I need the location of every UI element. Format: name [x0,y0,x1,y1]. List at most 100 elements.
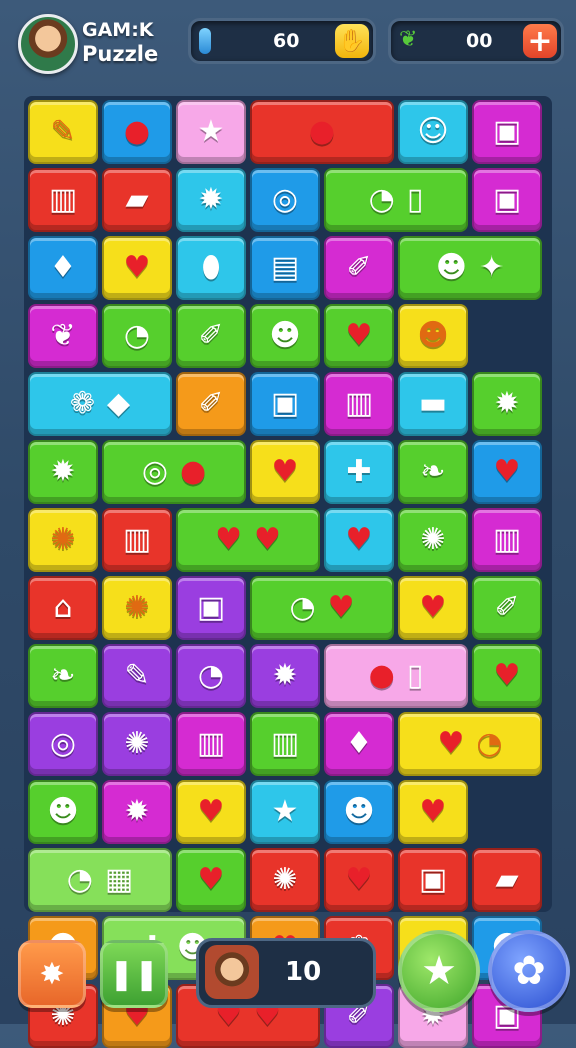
board-tile[interactable]: ▥ [324,372,394,436]
pause-button[interactable]: ❚❚ [100,940,168,1008]
add-button[interactable]: + [523,24,557,59]
board-tile[interactable]: ♥ ♥ [176,508,320,572]
board-tile[interactable]: ◎ ● [102,440,246,504]
board-tile[interactable]: ● [250,100,394,164]
board-tile[interactable]: ✺ [102,576,172,640]
energy-bar-icon [199,28,211,54]
board-tile[interactable]: ✹ [102,780,172,844]
board-tile[interactable]: ✚ [324,440,394,504]
monster-icon: ✹ [50,454,76,489]
board-tile[interactable]: ☻ [250,304,320,368]
board-tile[interactable]: ♥ [324,848,394,912]
board-tile[interactable]: ♥ [250,440,320,504]
leaf-icon: ❦ [399,27,418,52]
board-tile[interactable]: ♦ [28,236,98,300]
board-tile[interactable]: ▰ [102,168,172,232]
board-tile[interactable]: ❧ [398,440,468,504]
board-tile[interactable]: ◎ [28,712,98,776]
drop-icon: ♦ [49,250,77,285]
board-tile[interactable]: ♥ [176,780,246,844]
board-tile[interactable]: ▣ [250,372,320,436]
board-tile[interactable]: ✎ [102,644,172,708]
board-tile[interactable]: ☻ [324,780,394,844]
basket-icon: ▥ [122,522,152,557]
player-avatar[interactable] [18,14,78,74]
heart-icon: ♥ [254,522,281,557]
board-tile[interactable]: ✺ [28,508,98,572]
board-tile[interactable]: ● [102,100,172,164]
board-tile[interactable]: ★ [176,100,246,164]
game-title: GAM:K Puzzle [82,18,158,66]
board-tile[interactable]: ▥ [472,508,542,572]
board-tile[interactable]: ♥ ◔ [398,712,542,776]
board-tile[interactable]: ◔ [176,644,246,708]
bottle-icon: ▰ [125,182,149,217]
board-tile[interactable]: ❦ [28,304,98,368]
pen-icon: ✐ [494,590,520,625]
board-tile[interactable]: ☺ [398,100,468,164]
board-tile[interactable]: ▰ [472,848,542,912]
pen-icon: ✐ [198,318,224,353]
board-tile[interactable]: ✎ [28,100,98,164]
board-tile[interactable]: ♦ [324,712,394,776]
board-tile[interactable]: ▤ [250,236,320,300]
board-tile[interactable]: ✺ [398,508,468,572]
board-tile[interactable]: ◔ ♥ [250,576,394,640]
heart-icon: ♥ [215,522,242,557]
board-tile[interactable]: ✺ [250,848,320,912]
star-icon: ★ [197,114,225,149]
game-board: ✎ ● ★ ● ☺ ▣ ▥ ▰ ✹ ◎ ◔ ▯ ▣ ♦ ♥ ⬮ ▤ ✐ ☻ ✦ ❦ ◔ ✐ ☻ ♥ ☻ ❁ ◆ ✐ ▣ ▥ ▬ ✹ ✹ ◎ ● ♥ ✚ ❧ ♥… [24,96,552,1048]
board-tile[interactable]: ◔ [102,304,172,368]
board-tile[interactable]: ✹ [472,372,542,436]
board-tile[interactable]: ✐ [324,236,394,300]
board-tile[interactable]: ♥ [472,440,542,504]
board-tile[interactable]: ▣ [472,168,542,232]
board-tile[interactable]: ♥ [472,644,542,708]
board-tile[interactable]: ✐ [176,372,246,436]
heart-icon: ♥ [345,318,373,353]
board-tile[interactable]: ▥ [250,712,320,776]
board-tile[interactable]: ▥ [176,712,246,776]
bottle-icon: ▰ [495,862,519,897]
shuffle-button[interactable]: ✸ [18,940,86,1008]
board-tile[interactable]: ▣ [472,100,542,164]
board-tile[interactable]: ♥ [324,304,394,368]
monster-icon: ✹ [494,386,520,421]
board-tile[interactable]: ◎ [250,168,320,232]
board-tile[interactable]: ◔ ▯ [324,168,468,232]
board-tile[interactable]: ✐ [176,304,246,368]
board-tile[interactable]: ✹ [250,644,320,708]
board-tile[interactable]: ☻ [28,780,98,844]
board-tile[interactable]: ✹ [28,440,98,504]
board-tile[interactable]: ▥ [102,508,172,572]
board-tile[interactable]: ✺ [102,712,172,776]
robot-icon: ▣ [492,182,522,217]
board-tile[interactable]: ♥ [324,508,394,572]
board-tile[interactable]: ● ▯ [324,644,468,708]
board-tile[interactable]: ◔ ▦ [28,848,172,912]
board-tile[interactable]: ☻ ✦ [398,236,542,300]
board-tile[interactable]: ✐ [472,576,542,640]
robot-icon: ▣ [418,862,448,897]
board-tile[interactable]: ⌂ [28,576,98,640]
board-tile[interactable]: ▣ [398,848,468,912]
star-button[interactable]: ★ [398,930,480,1012]
board-tile[interactable]: ▥ [28,168,98,232]
house-icon: ⌂ [53,590,73,625]
puzzle-icon: ✚ [346,454,372,489]
board-tile[interactable]: ♥ [398,576,468,640]
board-tile[interactable]: ❧ [28,644,98,708]
board-tile[interactable]: ▣ [176,576,246,640]
board-tile[interactable]: ❁ ◆ [28,372,172,436]
board-tile[interactable]: ♥ [176,848,246,912]
ring-icon: ◎ [49,726,77,761]
board-tile[interactable]: ♥ [102,236,172,300]
board-tile[interactable]: ★ [250,780,320,844]
board-tile[interactable]: ☻ [398,304,468,368]
board-tile[interactable]: ⬮ [176,236,246,300]
menu-button[interactable]: ✿ [488,930,570,1012]
board-tile[interactable]: ✹ [176,168,246,232]
hand-icon[interactable]: ✋ [335,24,369,58]
board-tile[interactable]: ▬ [398,372,468,436]
board-tile[interactable]: ♥ [398,780,468,844]
